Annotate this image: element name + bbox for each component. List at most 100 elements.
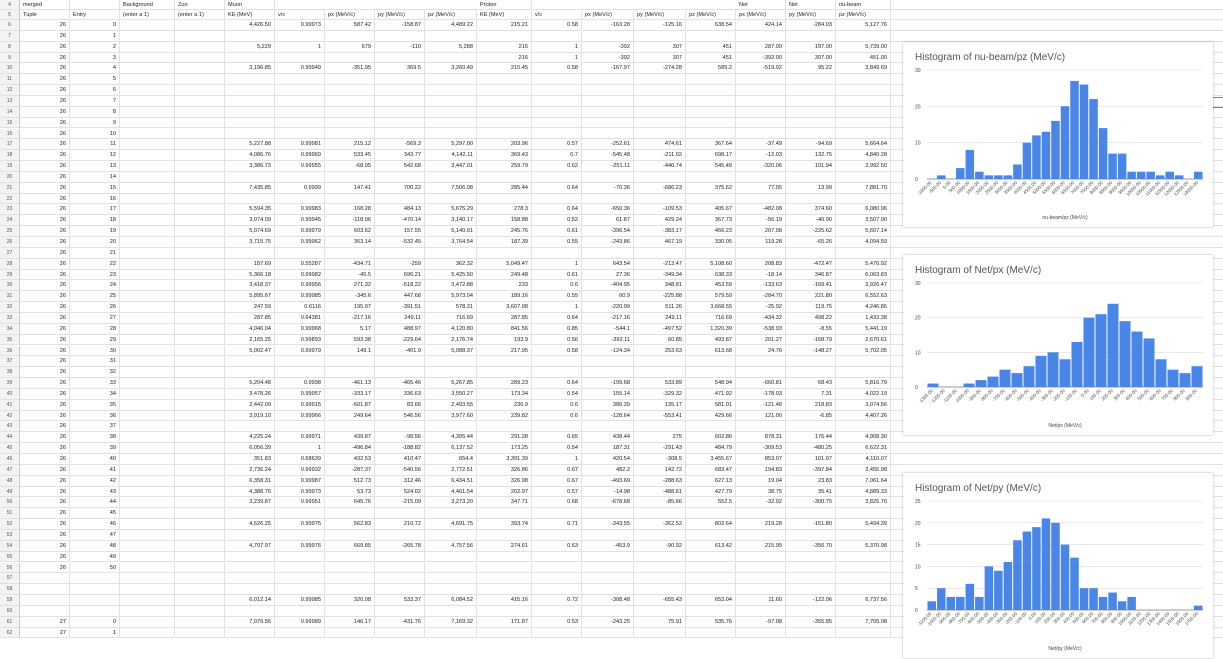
table-cell[interactable]: 26 bbox=[20, 171, 70, 182]
table-cell[interactable] bbox=[582, 551, 634, 562]
table-cell[interactable]: 26 bbox=[20, 312, 70, 323]
table-cell[interactable]: 26 bbox=[20, 486, 70, 497]
table-cell[interactable]: 1 bbox=[532, 454, 582, 464]
table-cell[interactable]: 698.17 bbox=[686, 150, 736, 161]
table-cell[interactable]: -540.56 bbox=[375, 464, 425, 475]
histogram-bar[interactable] bbox=[1193, 605, 1203, 610]
table-cell[interactable]: -650.36 bbox=[582, 204, 634, 215]
table-cell[interactable] bbox=[275, 193, 325, 204]
table-cell[interactable]: 60.85 bbox=[634, 334, 686, 345]
table-cell[interactable]: 11 bbox=[70, 139, 120, 150]
table-cell[interactable] bbox=[20, 605, 70, 616]
table-cell[interactable]: 0.99982 bbox=[275, 269, 325, 280]
table-cell[interactable]: 41 bbox=[70, 464, 120, 475]
table-cell[interactable] bbox=[120, 454, 175, 464]
table-cell[interactable] bbox=[836, 30, 891, 41]
histogram-bar[interactable] bbox=[1146, 171, 1155, 179]
table-cell[interactable] bbox=[275, 95, 325, 106]
table-cell[interactable]: 4,840.28 bbox=[836, 150, 891, 161]
table-cell[interactable]: 215.45 bbox=[477, 63, 532, 74]
table-cell[interactable]: 511.26 bbox=[634, 302, 686, 312]
table-cell[interactable]: -168.79 bbox=[786, 334, 836, 345]
table-cell[interactable] bbox=[532, 551, 582, 562]
table-cell[interactable] bbox=[120, 605, 175, 616]
table-cell[interactable]: 216 bbox=[477, 52, 532, 63]
table-cell[interactable]: 493.87 bbox=[686, 334, 736, 345]
table-cell[interactable]: 533.37 bbox=[375, 595, 425, 605]
table-cell[interactable]: 36 bbox=[70, 410, 120, 421]
table-cell[interactable]: 415.16 bbox=[477, 595, 532, 605]
table-cell[interactable]: 0.99969 bbox=[275, 150, 325, 161]
table-cell[interactable]: 3,260.49 bbox=[425, 63, 477, 74]
table-cell[interactable] bbox=[686, 85, 736, 95]
table-cell[interactable]: -349.34 bbox=[634, 269, 686, 280]
table-cell[interactable]: 26 bbox=[20, 215, 70, 226]
header-cell[interactable]: v/c bbox=[275, 10, 325, 19]
table-cell[interactable] bbox=[836, 171, 891, 182]
table-cell[interactable]: -97.08 bbox=[736, 616, 786, 627]
table-cell[interactable] bbox=[634, 117, 686, 128]
table-cell[interactable] bbox=[225, 128, 275, 139]
table-cell[interactable] bbox=[582, 247, 634, 258]
table-cell[interactable]: 0.6 bbox=[532, 280, 582, 291]
table-cell[interactable]: 0.99949 bbox=[275, 63, 325, 74]
table-cell[interactable]: 4,046.04 bbox=[225, 323, 275, 334]
table-cell[interactable] bbox=[634, 367, 686, 378]
table-cell[interactable]: 432.53 bbox=[325, 454, 375, 464]
row-number[interactable]: 51 bbox=[0, 508, 20, 520]
histogram-bar[interactable] bbox=[1167, 369, 1179, 387]
table-cell[interactable] bbox=[582, 85, 634, 95]
table-cell[interactable]: -461.13 bbox=[325, 378, 375, 388]
histogram-bar[interactable] bbox=[975, 171, 984, 179]
table-cell[interactable]: 26 bbox=[20, 540, 70, 551]
table-cell[interactable]: 3,478.26 bbox=[225, 388, 275, 399]
table-cell[interactable]: 466.23 bbox=[686, 226, 736, 236]
row-number[interactable]: 53 bbox=[0, 529, 20, 541]
row-number[interactable]: 7 bbox=[0, 30, 20, 42]
table-cell[interactable]: 4,426.50 bbox=[225, 20, 275, 30]
table-cell[interactable]: 7.31 bbox=[786, 388, 836, 399]
table-cell[interactable] bbox=[375, 74, 425, 85]
table-cell[interactable]: -392 bbox=[582, 52, 634, 63]
row-number[interactable]: 49 bbox=[0, 486, 20, 498]
table-cell[interactable]: 0.67 bbox=[532, 475, 582, 486]
histogram-bar[interactable] bbox=[1117, 153, 1127, 179]
histogram-bar[interactable] bbox=[1136, 171, 1146, 179]
table-cell[interactable] bbox=[582, 584, 634, 595]
table-cell[interactable] bbox=[582, 573, 634, 584]
table-cell[interactable] bbox=[736, 247, 786, 258]
table-cell[interactable]: 26 bbox=[20, 226, 70, 236]
row-number[interactable]: 45 bbox=[0, 443, 20, 454]
table-cell[interactable] bbox=[477, 551, 532, 562]
table-cell[interactable]: 26 bbox=[20, 562, 70, 573]
row-number[interactable]: 35 bbox=[0, 334, 20, 346]
table-cell[interactable] bbox=[836, 74, 891, 85]
table-cell[interactable]: 0.58 bbox=[532, 63, 582, 74]
table-cell[interactable]: 3,447.01 bbox=[425, 161, 477, 171]
table-cell[interactable]: 579.59 bbox=[686, 291, 736, 302]
histogram-bar[interactable] bbox=[965, 149, 975, 179]
table-cell[interactable] bbox=[375, 106, 425, 117]
table-cell[interactable] bbox=[225, 356, 275, 367]
table-cell[interactable] bbox=[120, 63, 175, 74]
table-cell[interactable]: -25.92 bbox=[736, 302, 786, 312]
histogram-bar[interactable] bbox=[1083, 317, 1095, 387]
table-cell[interactable]: 193.9 bbox=[477, 334, 532, 345]
table-cell[interactable] bbox=[477, 562, 532, 573]
table-cell[interactable] bbox=[325, 508, 375, 519]
table-cell[interactable] bbox=[120, 627, 175, 638]
table-cell[interactable]: 488.97 bbox=[375, 323, 425, 334]
table-cell[interactable]: 562.83 bbox=[325, 519, 375, 529]
table-cell[interactable] bbox=[375, 529, 425, 540]
table-cell[interactable]: -440.74 bbox=[634, 161, 686, 171]
table-cell[interactable]: 696.21 bbox=[375, 269, 425, 280]
table-cell[interactable]: 34 bbox=[70, 388, 120, 399]
table-cell[interactable]: 0.99955 bbox=[275, 161, 325, 171]
table-cell[interactable] bbox=[175, 334, 225, 345]
table-cell[interactable]: -434.71 bbox=[325, 258, 375, 269]
table-cell[interactable]: 7,169.32 bbox=[425, 616, 477, 627]
row-number[interactable]: 10 bbox=[0, 63, 20, 75]
table-cell[interactable] bbox=[532, 247, 582, 258]
table-cell[interactable] bbox=[275, 421, 325, 432]
table-cell[interactable] bbox=[120, 161, 175, 171]
